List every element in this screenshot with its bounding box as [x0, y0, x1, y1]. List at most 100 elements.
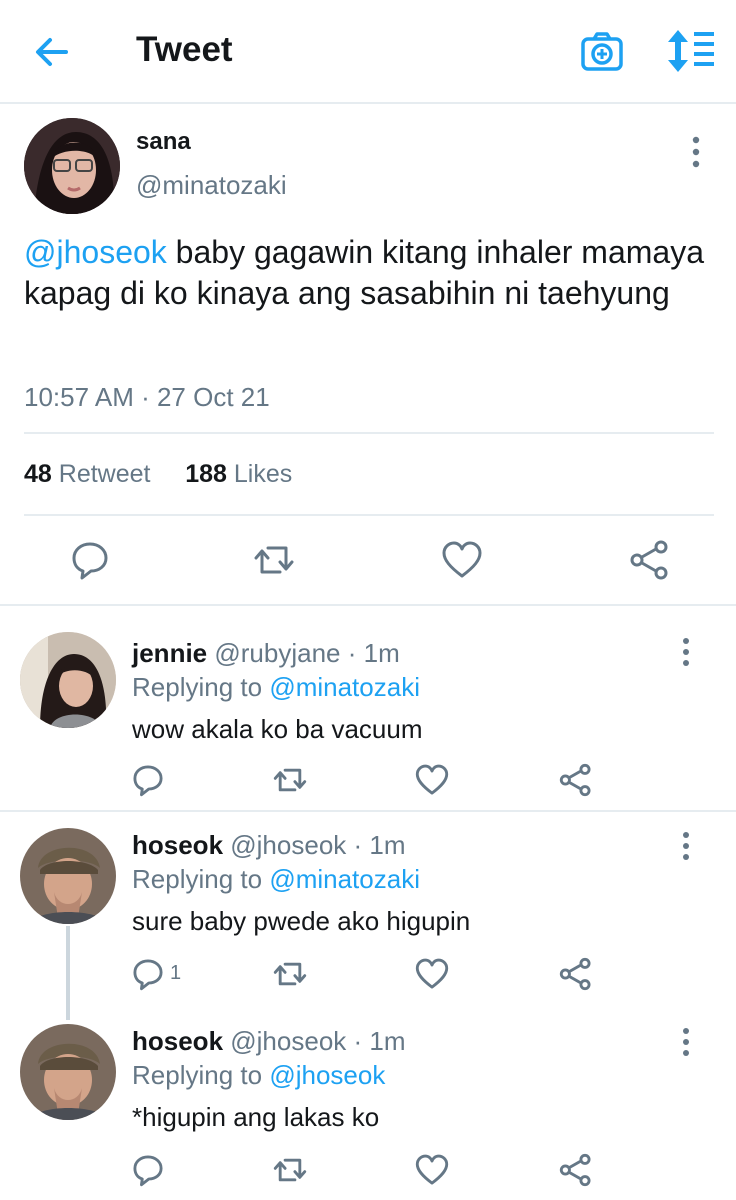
share-icon: [559, 763, 591, 797]
like-button[interactable]: [440, 538, 484, 582]
heart-icon: [415, 1154, 449, 1185]
likes-count: 188: [185, 460, 227, 488]
reply-author-handle[interactable]: @jhoseok: [230, 1026, 346, 1056]
more-vertical-icon: [683, 1028, 689, 1056]
reply-count: 1: [170, 962, 182, 984]
reply-author-handle[interactable]: @rubyjane: [214, 638, 340, 668]
tweet-text: @jhoseok baby gagawin kitang inhaler mam…: [24, 232, 714, 314]
reply-author-name[interactable]: hoseok: [132, 1026, 223, 1056]
reply-icon: [72, 542, 108, 580]
replying-to: Replying to @minatozaki: [132, 864, 420, 895]
heart-icon: [415, 958, 449, 989]
replying-to-link[interactable]: @jhoseok: [269, 1060, 385, 1090]
heart-icon: [415, 764, 449, 795]
retweet-icon: [273, 768, 307, 792]
retweet-icon: [254, 546, 294, 574]
arrow-left-icon: [36, 38, 68, 66]
reply-button[interactable]: [68, 538, 112, 582]
heart-icon: [442, 541, 482, 578]
reply-tweet[interactable]: hoseok @jhoseok · 1m Replying to @jhoseo…: [0, 1004, 736, 1200]
replying-to: Replying to @jhoseok: [132, 1060, 385, 1091]
more-vertical-icon: [683, 638, 689, 666]
reply-actions: [0, 1152, 736, 1192]
divider: [24, 432, 714, 434]
like-button[interactable]: [414, 762, 450, 798]
reply-header: hoseok @jhoseok · 1m: [132, 830, 406, 861]
avatar[interactable]: [20, 828, 116, 924]
reply-author-name[interactable]: hoseok: [132, 830, 223, 860]
replying-to-link[interactable]: @minatozaki: [269, 672, 420, 702]
author-name[interactable]: sana: [136, 128, 191, 156]
share-button[interactable]: [558, 1152, 594, 1188]
retweet-button[interactable]: [272, 956, 308, 992]
more-vertical-icon: [692, 136, 700, 168]
share-button[interactable]: [558, 956, 594, 992]
reply-actions: 1: [0, 956, 736, 996]
reply-tweet[interactable]: hoseok @jhoseok · 1m Replying to @minato…: [0, 808, 736, 1004]
divider: [24, 514, 714, 516]
camera-plus-icon: [581, 32, 623, 71]
reply-author-name[interactable]: jennie: [132, 638, 207, 668]
more-options-button[interactable]: [680, 132, 712, 172]
reply-header: jennie @rubyjane · 1m: [132, 638, 400, 669]
page-title: Tweet: [136, 30, 233, 69]
likes-label: Likes: [233, 460, 293, 488]
share-icon: [559, 957, 591, 991]
avatar-photo: [24, 118, 120, 214]
avatar-photo: [20, 632, 116, 728]
like-button[interactable]: [414, 1152, 450, 1188]
share-icon: [630, 540, 668, 580]
avatar-photo: [20, 1024, 116, 1120]
sort-list-icon: [668, 30, 714, 72]
reply-icon: [133, 959, 163, 991]
reply-header: hoseok @jhoseok · 1m: [132, 1026, 406, 1057]
tweet-actions: [0, 538, 736, 588]
avatar[interactable]: [20, 632, 116, 728]
avatar[interactable]: [20, 1024, 116, 1120]
back-button[interactable]: [30, 30, 74, 74]
more-vertical-icon: [683, 832, 689, 860]
retweet-button[interactable]: [252, 538, 296, 582]
replying-prefix: Replying to: [132, 1060, 263, 1090]
sort-button[interactable]: [664, 28, 716, 74]
reply-time: · 1m: [353, 830, 406, 860]
share-button[interactable]: [628, 538, 672, 582]
reply-button[interactable]: [130, 762, 166, 798]
reply-actions: [0, 762, 736, 802]
more-options-button[interactable]: [670, 828, 702, 864]
app-header: Tweet: [0, 0, 736, 104]
mention-link[interactable]: @jhoseok: [24, 234, 167, 270]
replying-to-link[interactable]: @minatozaki: [269, 864, 420, 894]
retweet-count: 48: [24, 460, 52, 488]
engagement-stats: 48 Retweet 188 Likes: [24, 460, 292, 489]
share-button[interactable]: [558, 762, 594, 798]
reply-time: · 1m: [347, 638, 400, 668]
more-options-button[interactable]: [670, 634, 702, 670]
reply-author-handle[interactable]: @jhoseok: [230, 830, 346, 860]
reply-button[interactable]: [130, 1152, 166, 1188]
retweet-stat[interactable]: 48 Retweet: [24, 460, 150, 488]
like-button[interactable]: [414, 956, 450, 992]
avatar-photo: [20, 828, 116, 924]
reply-text: sure baby pwede ako higupin: [132, 906, 471, 936]
reply-icon: [133, 765, 163, 797]
retweet-button[interactable]: [272, 1152, 308, 1188]
reply-tweet[interactable]: jennie @rubyjane · 1m Replying to @minat…: [0, 606, 736, 812]
reply-text: *higupin ang lakas ko: [132, 1102, 380, 1132]
more-options-button[interactable]: [670, 1024, 702, 1060]
retweet-icon: [273, 962, 307, 986]
retweet-label: Retweet: [58, 460, 151, 488]
likes-stat[interactable]: 188 Likes: [185, 460, 292, 488]
tweet-timestamp: 10:57 AM · 27 Oct 21: [24, 382, 270, 412]
replying-prefix: Replying to: [132, 672, 263, 702]
reply-button[interactable]: [130, 956, 166, 992]
author-handle[interactable]: @minatozaki: [136, 170, 287, 201]
camera-button[interactable]: [580, 30, 624, 74]
share-icon: [559, 1153, 591, 1187]
reply-time: · 1m: [353, 1026, 406, 1056]
avatar[interactable]: [24, 118, 120, 214]
retweet-icon: [273, 1158, 307, 1182]
replying-prefix: Replying to: [132, 864, 263, 894]
retweet-button[interactable]: [272, 762, 308, 798]
reply-icon: [133, 1155, 163, 1187]
